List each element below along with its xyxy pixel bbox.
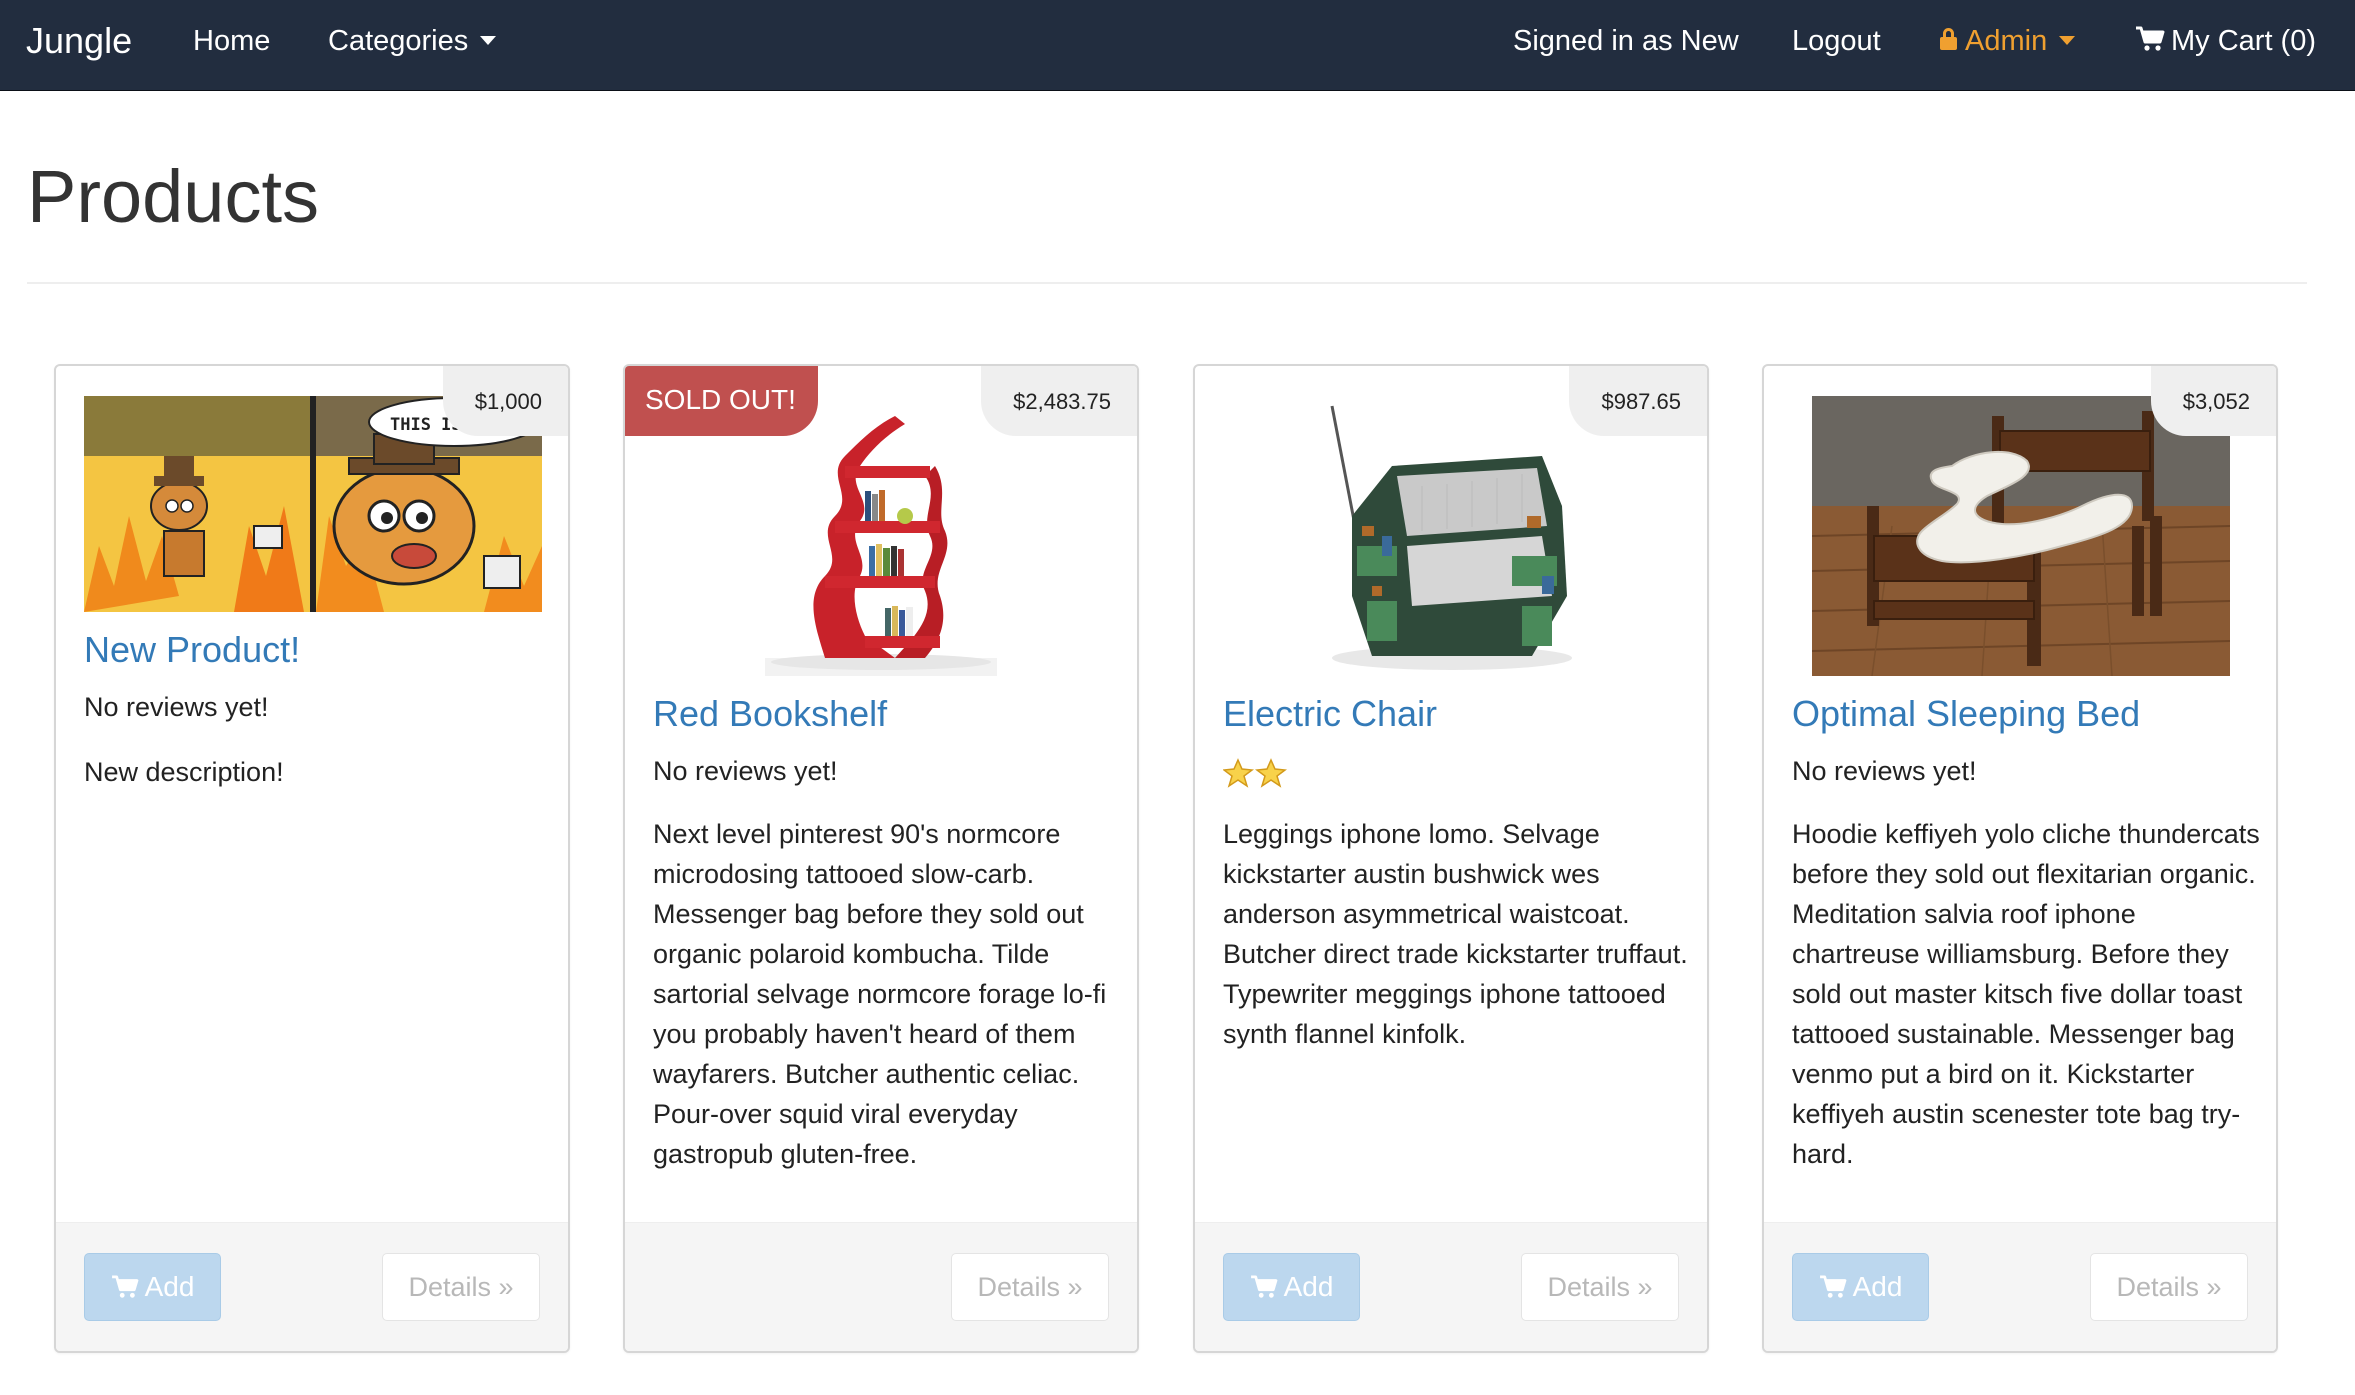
add-to-cart-button[interactable]: Add: [1223, 1253, 1360, 1321]
signed-in-label: Signed in as New: [1513, 25, 1739, 57]
details-button[interactable]: Details »: [951, 1253, 1109, 1321]
product-image[interactable]: [1812, 396, 2230, 676]
reviews-text: No reviews yet!: [84, 692, 269, 722]
top-navbar: Jungle Home Categories Signed in as New …: [0, 0, 2355, 91]
reviews-text: No reviews yet!: [1792, 756, 1977, 786]
product-name-link[interactable]: Electric Chair: [1223, 693, 1437, 735]
details-button[interactable]: Details »: [1521, 1253, 1679, 1321]
product-image[interactable]: [765, 396, 997, 676]
add-button-label: Add: [1852, 1271, 1903, 1302]
nav-home-link[interactable]: Home: [193, 0, 270, 90]
page-title: Products: [27, 155, 320, 238]
shopping-cart-icon: [111, 1275, 138, 1298]
nav-categories-dropdown[interactable]: Categories: [328, 0, 497, 90]
cart-link[interactable]: My Cart (0): [2135, 0, 2316, 90]
reviews-text: No reviews yet!: [653, 756, 838, 786]
details-button[interactable]: Details »: [382, 1253, 540, 1321]
product-card: SOLD OUT! $2,483.75 Red Bookshelf No rev…: [623, 364, 1139, 1353]
sold-out-badge: SOLD OUT!: [625, 366, 818, 436]
product-name-link[interactable]: Optimal Sleeping Bed: [1792, 693, 2140, 735]
admin-dropdown[interactable]: Admin: [1940, 0, 2076, 90]
header-divider: [27, 282, 2307, 284]
wooden-bed-zigzag-mattress-image: [1812, 396, 2230, 676]
product-description: New description!: [84, 757, 284, 787]
nav-categories-label: Categories: [328, 25, 469, 57]
product-card: THIS IS F $1,000 New Product! No reviews…: [54, 364, 570, 1353]
add-to-cart-button[interactable]: Add: [84, 1253, 221, 1321]
card-footer: Add Details »: [56, 1222, 568, 1351]
add-button-label: Add: [1283, 1271, 1334, 1302]
price-tag: $987.65: [1569, 366, 1707, 436]
shopping-cart-icon: [1250, 1275, 1277, 1298]
circuit-board-armchair-image: [1312, 396, 1594, 676]
price-tag: $1,000: [442, 366, 568, 436]
chevron-down-icon: [2059, 35, 2076, 45]
details-button[interactable]: Details »: [2090, 1253, 2248, 1321]
brand-link[interactable]: Jungle: [26, 0, 132, 90]
card-footer: Add Details »: [1195, 1222, 1707, 1351]
product-name-link[interactable]: New Product!: [84, 629, 300, 671]
lock-icon: [1940, 28, 1957, 51]
add-to-cart-button[interactable]: Add: [1792, 1253, 1929, 1321]
admin-label: Admin: [1965, 25, 2048, 57]
star-icon: [1222, 758, 1287, 788]
price-tag: $3,052: [2150, 366, 2276, 436]
product-image[interactable]: [1312, 396, 1594, 676]
price-tag: $2,483.75: [981, 366, 1137, 436]
card-footer: Add Details »: [1764, 1222, 2276, 1351]
shopping-cart-icon: [2136, 26, 2165, 51]
product-name-link[interactable]: Red Bookshelf: [653, 693, 887, 735]
product-description: Leggings iphone lomo. Selvage kickstarte…: [1223, 819, 1688, 1049]
product-card: $987.65 Electric Chair Leggings iphone l…: [1193, 364, 1709, 1353]
logout-link[interactable]: Logout: [1792, 0, 1881, 90]
add-button-label: Add: [144, 1271, 195, 1302]
shopping-cart-icon: [1819, 1275, 1846, 1298]
cart-label: My Cart (0): [2171, 25, 2316, 57]
chevron-down-icon: [480, 35, 497, 45]
card-footer: Details »: [625, 1222, 1137, 1351]
product-card: $3,052 Optimal Sleeping Bed No reviews y…: [1762, 364, 2278, 1353]
product-description: Next level pinterest 90's normcore micro…: [653, 819, 1107, 1169]
red-bookshelf-image: [765, 416, 997, 676]
star-rating: [1222, 758, 1289, 795]
product-description: Hoodie keffiyeh yolo cliche thundercats …: [1792, 819, 2260, 1169]
